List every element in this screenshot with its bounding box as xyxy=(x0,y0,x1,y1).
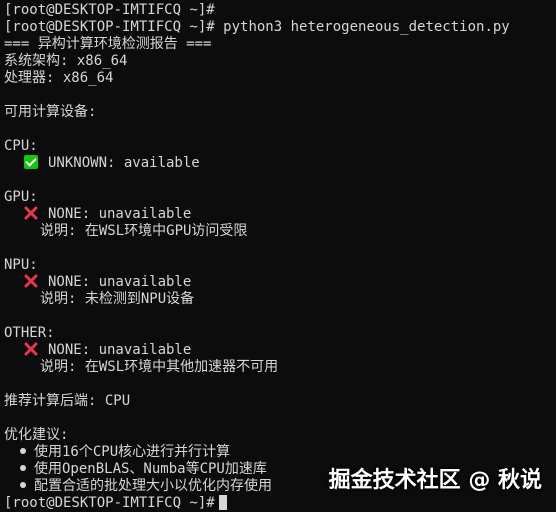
terminal-window[interactable]: [root@DESKTOP-IMTIFCQ ~]# [root@DESKTOP-… xyxy=(4,2,552,512)
suggestion-text: 配置合适的批处理大小以优化内存使用 xyxy=(34,478,272,494)
check-icon xyxy=(24,155,38,169)
cross-icon xyxy=(24,206,38,220)
cross-icon xyxy=(24,342,38,356)
npu-label: NPU: xyxy=(4,257,38,273)
devices-heading: 可用计算设备: xyxy=(4,104,97,120)
bullet-icon xyxy=(20,448,26,454)
other-status-text: NONE: unavailable xyxy=(48,342,192,358)
command: python3 heterogeneous_detection.py xyxy=(223,19,510,35)
cpu-status: UNKNOWN: available xyxy=(4,155,552,172)
arch-line: 系统架构: x86_64 xyxy=(4,53,128,69)
cpu-status-text: UNKNOWN: available xyxy=(48,155,200,171)
gpu-label: GPU: xyxy=(4,189,38,205)
suggestion-item: 使用16个CPU核心进行并行计算 xyxy=(4,444,552,461)
bullet-icon xyxy=(20,465,26,471)
recommended-backend: 推荐计算后端: CPU xyxy=(4,393,131,409)
suggestion-text: 使用16个CPU核心进行并行计算 xyxy=(34,444,231,460)
npu-status-text: NONE: unavailable xyxy=(48,274,192,290)
cursor xyxy=(218,495,227,510)
watermark: 掘金技术社区 @ 秋说 xyxy=(328,468,542,493)
prompt: [root@DESKTOP-IMTIFCQ ~]# xyxy=(4,2,215,18)
cpu-label: CPU: xyxy=(4,138,38,154)
prompt: [root@DESKTOP-IMTIFCQ ~]# xyxy=(4,19,215,35)
prompt-line-1: [root@DESKTOP-IMTIFCQ ~]# xyxy=(4,2,552,19)
cross-icon xyxy=(24,274,38,288)
report-title: === 异构计算环境检测报告 === xyxy=(4,36,212,52)
processor-line: 处理器: x86_64 xyxy=(4,70,114,86)
gpu-status-text: NONE: unavailable xyxy=(48,206,192,222)
gpu-status: NONE: unavailable xyxy=(4,206,552,223)
other-note: 说明: 在WSL环境中其他加速器不可用 xyxy=(40,359,279,375)
suggestions-heading: 优化建议: xyxy=(4,427,69,443)
other-status: NONE: unavailable xyxy=(4,342,552,359)
npu-note: 说明: 未检测到NPU设备 xyxy=(40,291,195,307)
bullet-icon xyxy=(20,482,26,488)
gpu-note: 说明: 在WSL环境中GPU访问受限 xyxy=(40,223,248,239)
other-label: OTHER: xyxy=(4,325,55,341)
npu-status: NONE: unavailable xyxy=(4,274,552,291)
command-line: [root@DESKTOP-IMTIFCQ ~]# python3 hetero… xyxy=(4,19,552,36)
prompt: [root@DESKTOP-IMTIFCQ ~]# xyxy=(4,495,215,511)
suggestion-text: 使用OpenBLAS、Numba等CPU加速库 xyxy=(34,461,267,477)
prompt-line-final[interactable]: [root@DESKTOP-IMTIFCQ ~]# xyxy=(4,495,552,512)
